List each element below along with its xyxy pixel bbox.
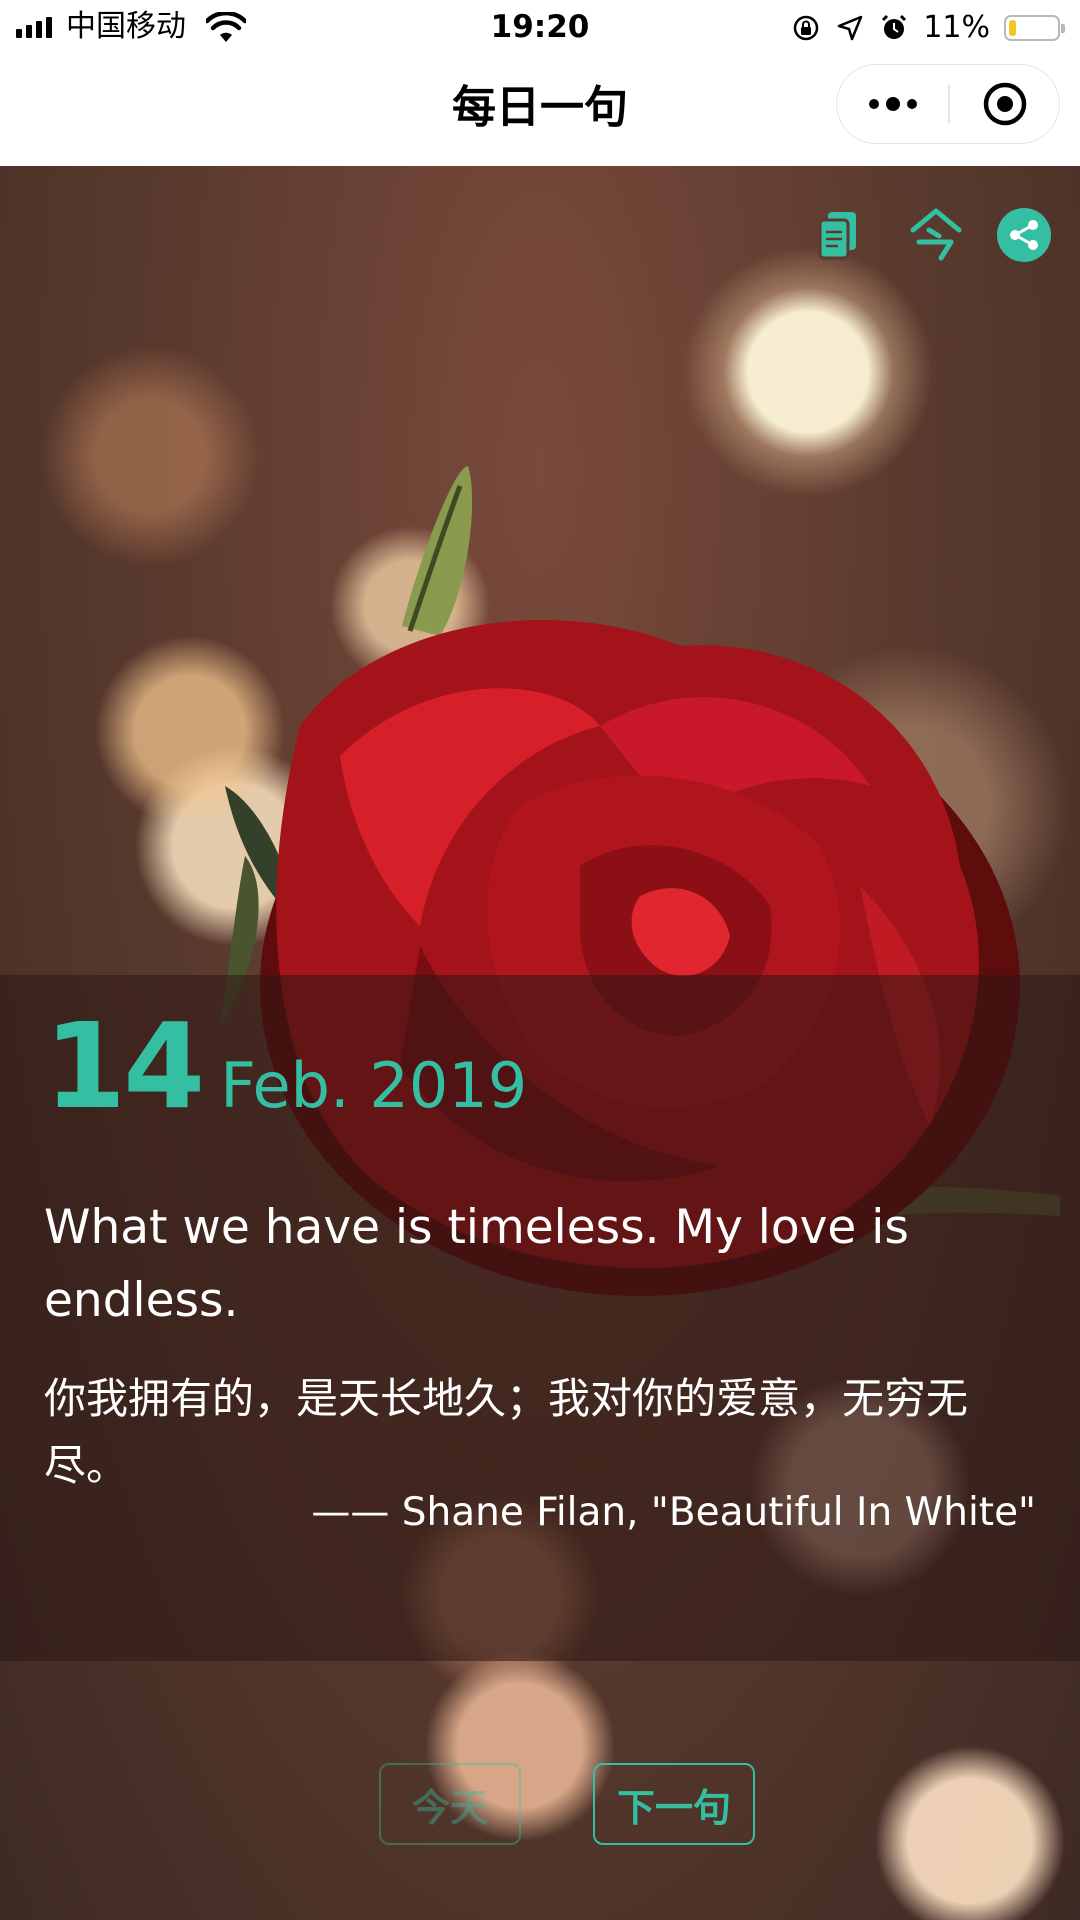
- date-day: 14: [44, 997, 205, 1135]
- location-icon: [838, 15, 863, 41]
- next-quote-button[interactable]: 下一句: [593, 1763, 755, 1845]
- share-icon[interactable]: [995, 206, 1053, 264]
- date-row: 14 Feb. 2019: [44, 1007, 527, 1125]
- quote-chinese: 你我拥有的，是天长地久；我对你的爱意，无穷无尽。: [44, 1374, 969, 1490]
- battery-percent: 11%: [923, 10, 990, 45]
- more-dots-icon[interactable]: [837, 65, 948, 142]
- alarm-icon: [882, 14, 907, 39]
- date-month-year: Feb. 2019: [220, 1049, 528, 1122]
- status-indicators: 11%: [791, 10, 1065, 46]
- quote-source: —— Shane Filan, "Beautiful In White": [311, 1490, 1036, 1535]
- battery-icon: [1004, 15, 1065, 41]
- quote-english: What we have is timeless. My love is end…: [44, 1200, 909, 1328]
- battery-level-fill: [1009, 20, 1016, 36]
- status-bar: 中国移动 19:20 11%: [0, 0, 1080, 56]
- today-button[interactable]: 今天: [379, 1763, 521, 1845]
- copy-icon[interactable]: [812, 206, 870, 264]
- quote-card: 14 Feb. 2019 What we have is timeless. My…: [0, 975, 1080, 1661]
- nav-bar: 每日一句: [0, 56, 1080, 166]
- mini-program-capsule: [836, 64, 1060, 144]
- quote-background: 14 Feb. 2019 What we have is timeless. My…: [0, 166, 1080, 1920]
- orientation-lock-icon: [794, 15, 819, 41]
- target-close-icon[interactable]: [950, 65, 1059, 142]
- today-icon[interactable]: [907, 206, 965, 264]
